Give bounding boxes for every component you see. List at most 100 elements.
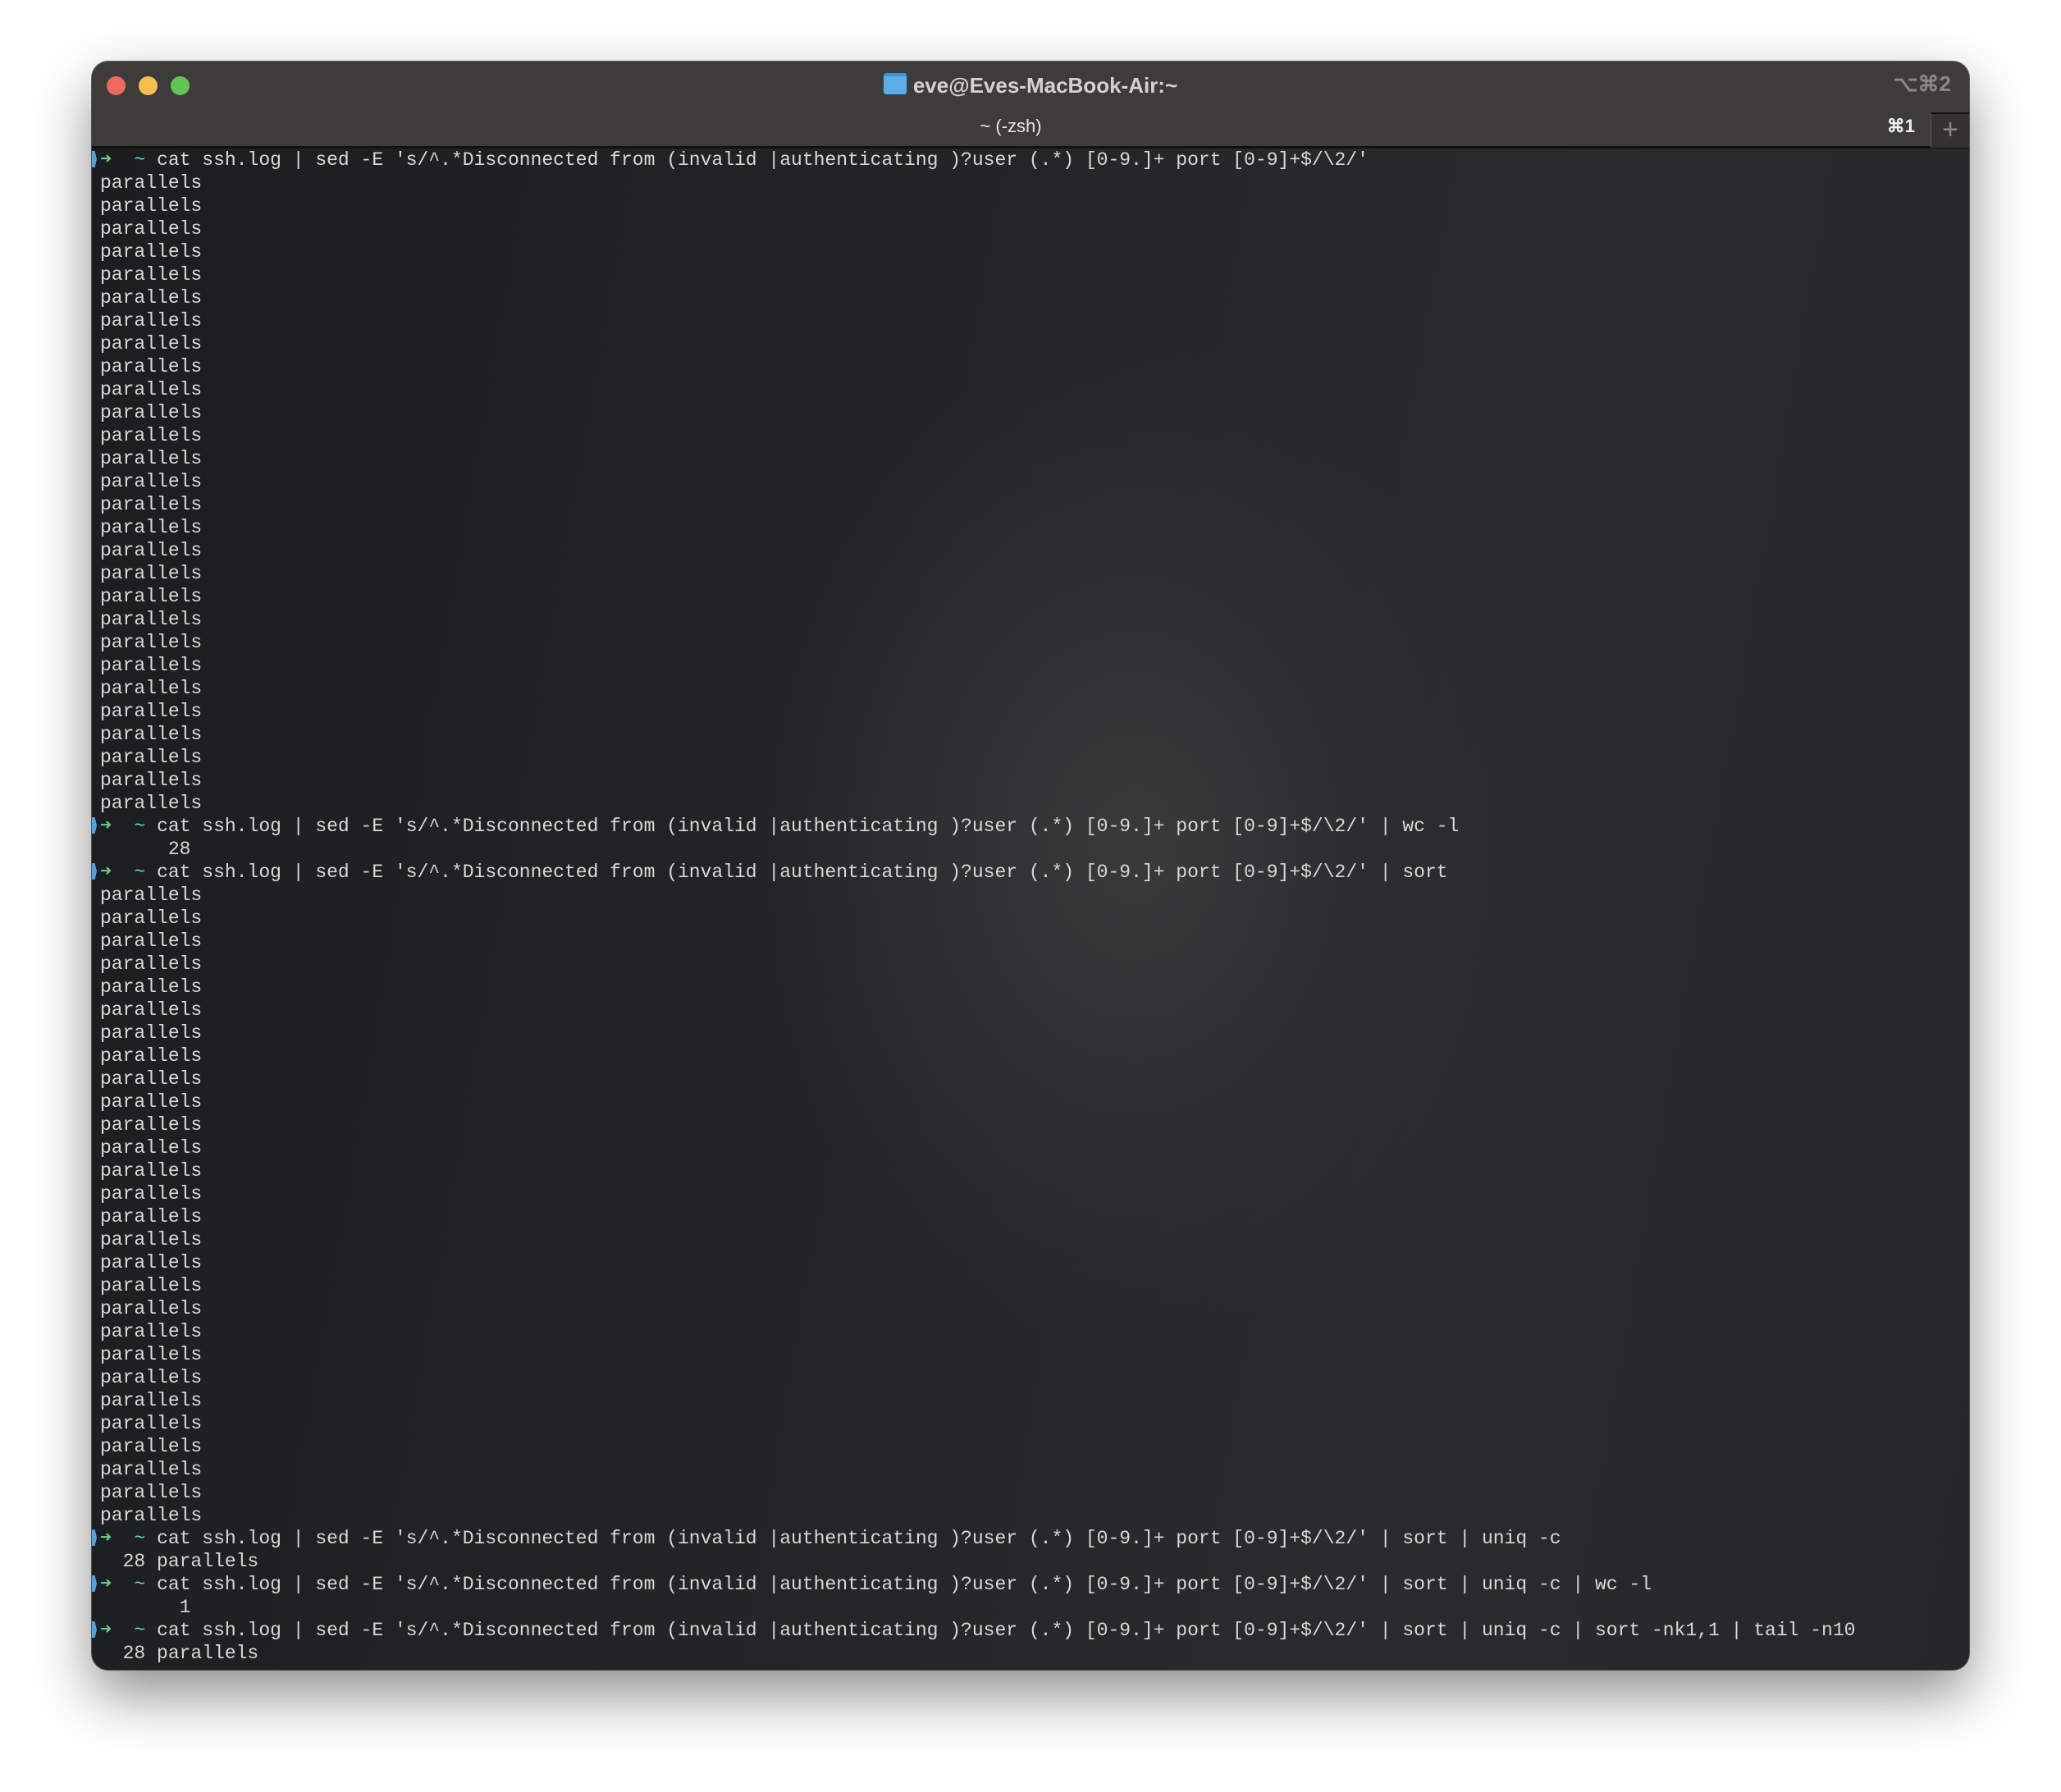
output-line: parallels	[100, 218, 203, 240]
output-line: parallels	[100, 1091, 203, 1113]
output-line: parallels	[100, 1390, 203, 1411]
mark-icon	[92, 1575, 97, 1592]
prompt-line: ➜ ~ cat ssh.log | sed -E 's/^.*Disconnec…	[92, 1527, 1855, 1550]
terminal-output[interactable]: ➜ ~ cat ssh.log | sed -E 's/^.*Disconnec…	[92, 149, 1969, 1670]
output-line: parallels	[100, 540, 203, 561]
mark-icon	[92, 1621, 97, 1638]
output-line: parallels	[100, 999, 203, 1021]
output-line: parallels	[100, 1275, 203, 1296]
output-line: parallels	[100, 907, 203, 929]
window-shortcut: ⌥⌘2	[1893, 71, 1951, 96]
output-line: parallels	[100, 1137, 203, 1159]
output-line: 28	[100, 839, 191, 860]
output-line: parallels	[100, 1183, 203, 1205]
prompt-cwd: ~	[134, 1528, 146, 1549]
prompt-line: ➜ ~ cat ssh.log | sed -E 's/^.*Disconnec…	[92, 1573, 1855, 1596]
new-tab-button[interactable]: +	[1931, 112, 1969, 148]
output-line: parallels	[100, 1367, 203, 1388]
output-line: parallels	[100, 425, 203, 446]
mark-icon	[92, 1529, 97, 1546]
prompt-cwd: ~	[134, 816, 146, 837]
prompt-arrow-icon: ➜	[100, 149, 112, 171]
command-text: cat ssh.log | sed -E 's/^.*Disconnected …	[157, 1620, 1856, 1641]
output-line: parallels	[100, 1160, 203, 1182]
output-line: parallels	[100, 1482, 203, 1503]
command-text: cat ssh.log | sed -E 's/^.*Disconnected …	[157, 149, 1369, 171]
output-line: parallels	[100, 195, 203, 217]
output-line: parallels	[100, 885, 203, 906]
output-line: parallels	[100, 1206, 203, 1227]
output-line: parallels	[100, 563, 203, 584]
output-line: parallels	[100, 586, 203, 607]
output-line: parallels	[100, 1321, 203, 1342]
prompt-line: ➜ ~ cat ssh.log | sed -E 's/^.*Disconnec…	[92, 861, 1855, 884]
output-line: parallels	[100, 793, 203, 814]
output-line: parallels	[100, 356, 203, 377]
output-line: parallels	[100, 1114, 203, 1136]
output-line: parallels	[100, 655, 203, 676]
command-text: cat ssh.log | sed -E 's/^.*Disconnected …	[157, 816, 1460, 837]
output-line: parallels	[100, 494, 203, 515]
output-line: 28 parallels	[100, 1643, 259, 1664]
output-line: parallels	[100, 1413, 203, 1434]
command-text: cat ssh.log | sed -E 's/^.*Disconnected …	[157, 862, 1448, 883]
output-line: parallels	[100, 609, 203, 630]
prompt-cwd: ~	[134, 1574, 146, 1595]
output-line: parallels	[100, 1229, 203, 1250]
prompt-cwd: ~	[134, 1620, 146, 1641]
output-line: parallels	[100, 770, 203, 791]
prompt-line: ➜ ~ cat ssh.log | sed -E 's/^.*Disconnec…	[92, 815, 1855, 838]
output-line: parallels	[100, 701, 203, 722]
output-line: parallels	[100, 1068, 203, 1090]
output-line: parallels	[100, 310, 203, 331]
output-line: parallels	[100, 976, 203, 998]
command-text: cat ssh.log | sed -E 's/^.*Disconnected …	[157, 1528, 1561, 1549]
title-bar: eve@Eves-MacBook-Air:~ ⌥⌘2 ~ (-zsh) ⌘1 +	[92, 62, 1969, 149]
output-line: parallels	[100, 241, 203, 263]
output-line: parallels	[100, 632, 203, 653]
output-line: parallels	[100, 448, 203, 469]
output-line: parallels	[100, 287, 203, 309]
output-line: parallels	[100, 1045, 203, 1067]
output-line: parallels	[100, 379, 203, 400]
command-text: cat ssh.log | sed -E 's/^.*Disconnected …	[157, 1574, 1652, 1595]
output-line: 28 parallels	[100, 1551, 259, 1572]
output-line: parallels	[100, 747, 203, 768]
output-line: parallels	[100, 1252, 203, 1273]
prompt-arrow-icon: ➜	[100, 1620, 112, 1641]
folder-icon	[883, 73, 907, 94]
output-line: parallels	[100, 471, 203, 492]
mark-icon	[92, 863, 97, 880]
prompt-cwd: ~	[134, 149, 146, 171]
window-title-text: eve@Eves-MacBook-Air:~	[912, 73, 1178, 98]
output-line: parallels	[100, 678, 203, 699]
output-line: parallels	[100, 1022, 203, 1044]
tab-label: ~ (-zsh)	[980, 116, 1042, 136]
prompt-line: ➜ ~ cat ssh.log | sed -E 's/^.*Disconnec…	[92, 149, 1855, 171]
output-line: parallels	[100, 333, 203, 354]
output-line: parallels	[100, 517, 203, 538]
output-line: parallels	[100, 1459, 203, 1480]
output-line: parallels	[100, 1298, 203, 1319]
prompt-cwd: ~	[134, 862, 146, 883]
prompt-arrow-icon: ➜	[100, 816, 112, 837]
output-line: parallels	[100, 402, 203, 423]
output-line: parallels	[100, 1344, 203, 1365]
mark-icon	[92, 151, 97, 167]
output-line: parallels	[100, 953, 203, 975]
output-line: parallels	[100, 172, 203, 194]
prompt-arrow-icon: ➜	[100, 1528, 112, 1549]
mark-icon	[92, 817, 97, 834]
output-line: parallels	[100, 264, 203, 286]
prompt-line: ➜ ~ cat ssh.log | sed -E 's/^.*Disconnec…	[92, 1619, 1856, 1642]
prompt-arrow-icon: ➜	[100, 862, 112, 883]
prompt-arrow-icon: ➜	[100, 1574, 112, 1595]
output-line: parallels	[100, 724, 203, 745]
output-line: parallels	[100, 930, 203, 952]
tab-shortcut: ⌘1	[1886, 116, 1915, 136]
window-title: eve@Eves-MacBook-Air:~	[92, 73, 1969, 98]
output-line: parallels	[100, 1436, 203, 1457]
tab-zsh[interactable]: ~ (-zsh)	[92, 112, 1930, 146]
terminal-lines: ➜ ~ cat ssh.log | sed -E 's/^.*Disconnec…	[92, 149, 1856, 1665]
output-line: parallels	[100, 1505, 203, 1526]
